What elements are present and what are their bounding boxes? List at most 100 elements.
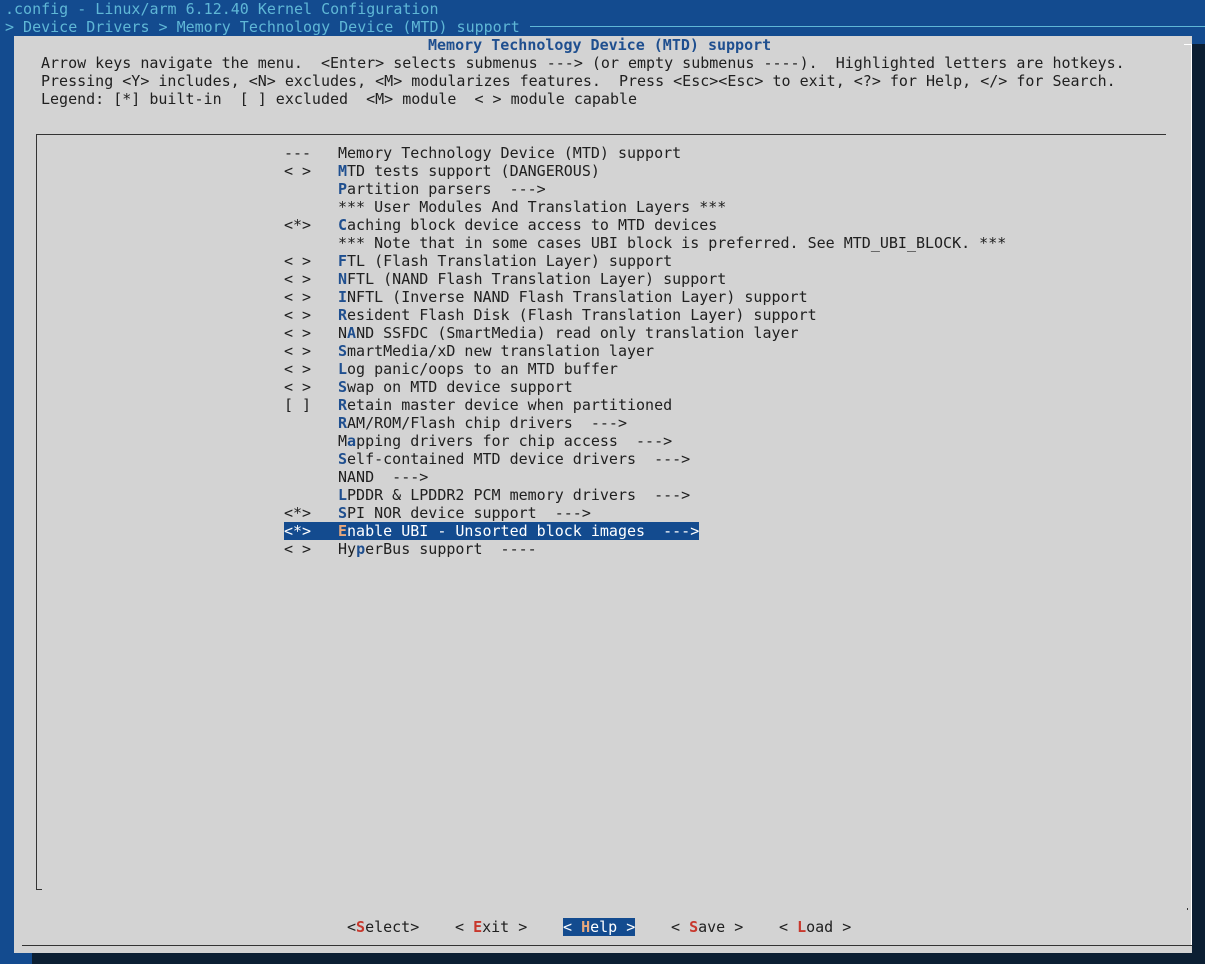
menu-item-label: AM/ROM/Flash chip drivers ---> bbox=[347, 414, 627, 432]
menu-item[interactable]: <*> Caching block device access to MTD de… bbox=[284, 216, 717, 234]
menu-item-label: *** User Modules And Translation Layers … bbox=[338, 198, 727, 216]
menu-item-state: < > bbox=[284, 540, 312, 558]
help-button[interactable]: < Help > bbox=[563, 918, 636, 936]
menu-item-state: <*> bbox=[284, 504, 312, 522]
save-button[interactable]: < Save > bbox=[671, 918, 743, 936]
menu-item-label: ND SSFDC (SmartMedia) read only translat… bbox=[356, 324, 799, 342]
menu-box-border-right bbox=[1187, 908, 1188, 910]
menu-item-label: PDDR & LPDDR2 PCM memory drivers ---> bbox=[347, 486, 691, 504]
dialog-shadow-bottom bbox=[32, 953, 1205, 964]
help-line-3: Legend: [*] built-in [ ] excluded <M> mo… bbox=[41, 90, 638, 108]
menu-item-hotkey: E bbox=[338, 522, 348, 540]
menu-item[interactable]: < > INFTL (Inverse NAND Flash Translation… bbox=[284, 288, 808, 306]
menu-item-label: wap on MTD device support bbox=[347, 378, 573, 396]
menu-item-state: <*> bbox=[284, 522, 312, 540]
menu-item[interactable]: < > NAND SSFDC (SmartMedia) read only tra… bbox=[284, 324, 799, 342]
menu-item-hotkey: S bbox=[338, 378, 348, 396]
menu-item-label: *** Note that in some cases UBI block is… bbox=[338, 234, 1007, 252]
menu-item-state: < > bbox=[284, 378, 312, 396]
menu-item-hotkey: S bbox=[338, 450, 348, 468]
exit-button[interactable]: < Exit > bbox=[455, 918, 527, 936]
menu-item-state: < > bbox=[284, 162, 312, 180]
menu-box-border-top bbox=[36, 134, 1166, 135]
help-line-2: Pressing <Y> includes, <N> excludes, <M>… bbox=[41, 72, 1116, 90]
menu-item-state: < > bbox=[284, 288, 312, 306]
menu-item-hotkey: R bbox=[338, 306, 348, 324]
menu-item-label: esident Flash Disk (Flash Translation La… bbox=[347, 306, 817, 324]
menu-item-label: FTL (NAND Flash Translation Layer) suppo… bbox=[347, 270, 727, 288]
menu-box-border-bottom bbox=[36, 889, 42, 890]
menu-item[interactable]: *** Note that in some cases UBI block is… bbox=[284, 234, 1006, 252]
menu-item-state: < > bbox=[284, 360, 312, 378]
title-separator bbox=[530, 26, 1205, 27]
menu-item-hotkey: S bbox=[338, 504, 348, 522]
menu-item[interactable]: < > Log panic/oops to an MTD buffer bbox=[284, 360, 618, 378]
menu-item-label: etain master device when partitioned bbox=[347, 396, 673, 414]
menu-item[interactable]: < > HyperBus support ---- bbox=[284, 540, 537, 558]
menu-item[interactable]: RAM/ROM/Flash chip drivers ---> bbox=[284, 414, 627, 432]
dialog-border-corner bbox=[1184, 44, 1191, 45]
menu-item[interactable]: NAND ---> bbox=[284, 468, 428, 486]
menu-item[interactable]: < > SmartMedia/xD new translation layer bbox=[284, 342, 654, 360]
menu-item[interactable]: < > MTD tests support (DANGEROUS) bbox=[284, 162, 600, 180]
menu-item-state: < > bbox=[284, 252, 312, 270]
menu-item[interactable]: *** User Modules And Translation Layers … bbox=[284, 198, 726, 216]
menu-item-hotkey: p bbox=[356, 540, 366, 558]
menu-item-state: --- bbox=[284, 144, 312, 162]
menu-item-state: < > bbox=[284, 342, 312, 360]
menu-item-label: TL (Flash Translation Layer) support bbox=[347, 252, 673, 270]
menu-box-border-left bbox=[36, 134, 37, 889]
menu-item-label: og panic/oops to an MTD buffer bbox=[347, 360, 618, 378]
menu-item-label: TD tests support (DANGEROUS) bbox=[347, 162, 600, 180]
menu-item-label: NAND ---> bbox=[338, 468, 429, 486]
menu-item-hotkey: C bbox=[338, 216, 348, 234]
menu-item-state: < > bbox=[284, 270, 312, 288]
menu-item-hotkey: A bbox=[347, 324, 357, 342]
menu-item-hotkey: L bbox=[338, 486, 348, 504]
menu-item-state: [ ] bbox=[284, 396, 312, 414]
menu-item[interactable]: < > NFTL (NAND Flash Translation Layer) s… bbox=[284, 270, 726, 288]
menu-item-prefix: Hy bbox=[338, 540, 357, 558]
load-button[interactable]: < Load > bbox=[779, 918, 851, 936]
help-line-1: Arrow keys navigate the menu. <Enter> se… bbox=[41, 54, 1125, 72]
menu-item-hotkey: N bbox=[338, 270, 348, 288]
menu-item-hotkey: L bbox=[338, 360, 348, 378]
menu-item[interactable]: Partition parsers ---> bbox=[284, 180, 546, 198]
menu-item[interactable]: Mapping drivers for chip access ---> bbox=[284, 432, 672, 450]
menu-item[interactable]: < > FTL (Flash Translation Layer) support bbox=[284, 252, 672, 270]
menu-item-hotkey: I bbox=[338, 288, 348, 306]
menu-item[interactable]: --- Memory Technology Device (MTD) suppor… bbox=[284, 144, 681, 162]
select-button[interactable]: <Select> bbox=[347, 918, 419, 936]
menu-item[interactable]: Self-contained MTD device drivers ---> bbox=[284, 450, 690, 468]
window-title: .config - Linux/arm 6.12.40 Kernel Confi… bbox=[5, 0, 439, 18]
menu-item-hotkey: R bbox=[338, 414, 348, 432]
menu-item-label: NFTL (Inverse NAND Flash Translation Lay… bbox=[347, 288, 808, 306]
menu-item-label: pping drivers for chip access ---> bbox=[356, 432, 673, 450]
menu-item-state: < > bbox=[284, 306, 312, 324]
menu-item-label: nable UBI - Unsorted block images ---> bbox=[347, 522, 700, 540]
menu-item-hotkey: P bbox=[338, 180, 348, 198]
menu-item-prefix: M bbox=[338, 432, 348, 450]
menu-item[interactable]: LPDDR & LPDDR2 PCM memory drivers ---> bbox=[284, 486, 690, 504]
menu-item-label: elf-contained MTD device drivers ---> bbox=[347, 450, 691, 468]
menu-item-label: artition parsers ---> bbox=[347, 180, 546, 198]
menu-item-label: aching block device access to MTD device… bbox=[347, 216, 718, 234]
menu-item-state: < > bbox=[284, 324, 312, 342]
menu-item-selected[interactable]: <*> Enable UBI - Unsorted block images --… bbox=[284, 522, 700, 540]
menu-item-state: <*> bbox=[284, 216, 312, 234]
menu-item-hotkey: R bbox=[338, 396, 348, 414]
menu-item-label: PI NOR device support ---> bbox=[347, 504, 591, 522]
menu-item[interactable]: [ ] Retain master device when partitioned bbox=[284, 396, 672, 414]
dialog-shadow bbox=[1192, 44, 1205, 964]
menu-item-hotkey: S bbox=[338, 342, 348, 360]
menu-item[interactable]: <*> SPI NOR device support ---> bbox=[284, 504, 591, 522]
menu-item-hotkey: F bbox=[338, 252, 348, 270]
dialog-title: Memory Technology Device (MTD) support bbox=[428, 36, 772, 54]
menu-item-label: martMedia/xD new translation layer bbox=[347, 342, 655, 360]
menu-item-hotkey: a bbox=[347, 432, 357, 450]
menu-item-hotkey: M bbox=[338, 162, 348, 180]
menu-item-prefix: N bbox=[338, 324, 348, 342]
dialog-border-bottom bbox=[22, 945, 1192, 946]
menu-item[interactable]: < > Resident Flash Disk (Flash Translatio… bbox=[284, 306, 817, 324]
menu-item[interactable]: < > Swap on MTD device support bbox=[284, 378, 573, 396]
